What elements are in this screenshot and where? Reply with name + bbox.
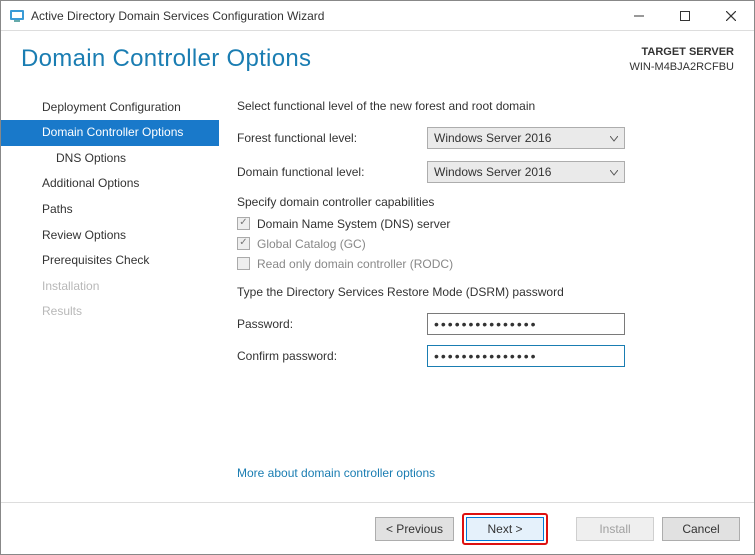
close-button[interactable] bbox=[708, 1, 754, 30]
next-button-highlight: Next > bbox=[462, 513, 548, 545]
gc-checkbox bbox=[237, 237, 250, 250]
nav-results: Results bbox=[1, 299, 219, 325]
footer-bar: < Previous Next > Install Cancel bbox=[1, 502, 754, 554]
domain-level-label: Domain functional level: bbox=[237, 165, 427, 179]
title-bar: Active Directory Domain Services Configu… bbox=[1, 1, 754, 31]
window-title: Active Directory Domain Services Configu… bbox=[31, 9, 616, 23]
next-button[interactable]: Next > bbox=[466, 517, 544, 541]
wizard-window: Active Directory Domain Services Configu… bbox=[0, 0, 755, 555]
forest-level-label: Forest functional level: bbox=[237, 131, 427, 145]
dns-checkbox-row: Domain Name System (DNS) server bbox=[237, 217, 728, 231]
target-server-label: TARGET SERVER bbox=[629, 45, 734, 60]
dns-checkbox-label: Domain Name System (DNS) server bbox=[257, 217, 450, 231]
page-title: Domain Controller Options bbox=[21, 45, 629, 73]
more-info-link[interactable]: More about domain controller options bbox=[237, 466, 435, 480]
maximize-button[interactable] bbox=[662, 1, 708, 30]
rodc-checkbox bbox=[237, 257, 250, 270]
gc-checkbox-row: Global Catalog (GC) bbox=[237, 237, 728, 251]
minimize-button[interactable] bbox=[616, 1, 662, 30]
confirm-password-input[interactable]: ••••••••••••••• bbox=[427, 345, 625, 367]
forest-level-row: Forest functional level: Windows Server … bbox=[237, 127, 728, 149]
app-icon bbox=[9, 8, 25, 24]
domain-level-row: Domain functional level: Windows Server … bbox=[237, 161, 728, 183]
wizard-body: Deployment Configuration Domain Controll… bbox=[1, 81, 754, 502]
domain-level-value: Windows Server 2016 bbox=[434, 165, 551, 179]
rodc-checkbox-row: Read only domain controller (RODC) bbox=[237, 257, 728, 271]
dns-checkbox bbox=[237, 217, 250, 230]
previous-button[interactable]: < Previous bbox=[375, 517, 454, 541]
target-server-info: TARGET SERVER WIN-M4BJA2RCFBU bbox=[629, 45, 734, 75]
password-label: Password: bbox=[237, 317, 427, 331]
gc-checkbox-label: Global Catalog (GC) bbox=[257, 237, 366, 251]
password-input[interactable]: ••••••••••••••• bbox=[427, 313, 625, 335]
nav-prerequisites-check[interactable]: Prerequisites Check bbox=[1, 248, 219, 274]
nav-domain-controller-options[interactable]: Domain Controller Options bbox=[1, 120, 219, 146]
password-row: Password: ••••••••••••••• bbox=[237, 313, 728, 335]
rodc-checkbox-label: Read only domain controller (RODC) bbox=[257, 257, 453, 271]
confirm-password-row: Confirm password: ••••••••••••••• bbox=[237, 345, 728, 367]
nav-dns-options[interactable]: DNS Options bbox=[1, 146, 219, 172]
chevron-down-icon bbox=[610, 131, 618, 145]
intro-text: Select functional level of the new fores… bbox=[237, 99, 728, 113]
nav-additional-options[interactable]: Additional Options bbox=[1, 171, 219, 197]
window-controls bbox=[616, 1, 754, 30]
nav-deployment-configuration[interactable]: Deployment Configuration bbox=[1, 95, 219, 121]
install-button: Install bbox=[576, 517, 654, 541]
capabilities-label: Specify domain controller capabilities bbox=[237, 195, 728, 209]
forest-level-select[interactable]: Windows Server 2016 bbox=[427, 127, 625, 149]
dsrm-intro: Type the Directory Services Restore Mode… bbox=[237, 285, 728, 299]
cancel-button[interactable]: Cancel bbox=[662, 517, 740, 541]
forest-level-value: Windows Server 2016 bbox=[434, 131, 551, 145]
chevron-down-icon bbox=[610, 165, 618, 179]
nav-paths[interactable]: Paths bbox=[1, 197, 219, 223]
nav-sidebar: Deployment Configuration Domain Controll… bbox=[1, 91, 219, 502]
target-server-name: WIN-M4BJA2RCFBU bbox=[629, 60, 734, 75]
content-pane: Select functional level of the new fores… bbox=[219, 91, 754, 502]
nav-review-options[interactable]: Review Options bbox=[1, 223, 219, 249]
domain-level-select[interactable]: Windows Server 2016 bbox=[427, 161, 625, 183]
confirm-password-label: Confirm password: bbox=[237, 349, 427, 363]
page-header: Domain Controller Options TARGET SERVER … bbox=[1, 31, 754, 81]
nav-installation: Installation bbox=[1, 274, 219, 300]
